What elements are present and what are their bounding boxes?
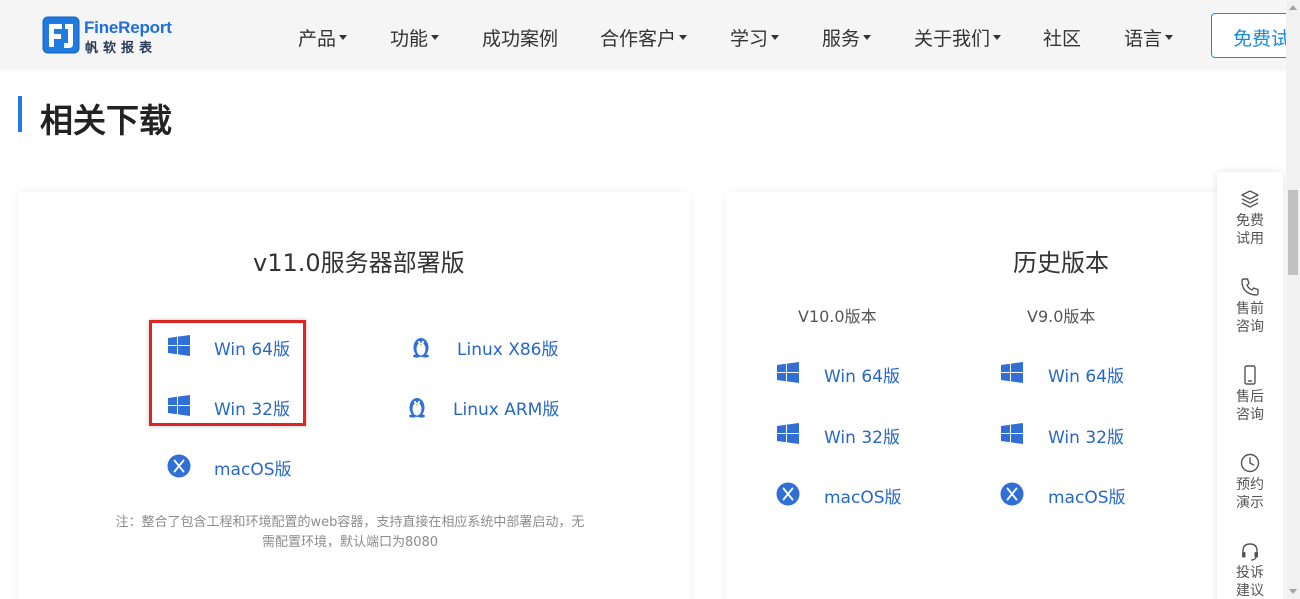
history-versions-card [726, 192, 1286, 599]
page-scrollbar[interactable] [1286, 0, 1300, 599]
windows-icon [777, 362, 799, 383]
sidebar-item-aftersales[interactable]: 售后咨询 [1217, 364, 1283, 424]
nav-item-about[interactable]: 关于我们 [914, 24, 1002, 51]
nav-label: 成功案例 [482, 28, 559, 50]
nav-label: 语言 [1124, 28, 1163, 50]
floating-contact-toolbar: 免费试用 售前咨询 售后咨询 预约演示 投诉建议 [1217, 172, 1283, 599]
nav-label: 学习 [730, 28, 769, 50]
phone-icon [1241, 278, 1259, 296]
finereport-logo[interactable]: FineReport 帆软报表 [42, 16, 182, 56]
macos-x-icon [776, 482, 800, 506]
linux-penguin-icon [413, 338, 429, 358]
mobile-icon [1244, 365, 1256, 385]
sidebar-item-label: 预约演示 [1236, 477, 1264, 511]
sidebar-item-book-demo[interactable]: 预约演示 [1217, 452, 1283, 512]
page-title: 相关下载 [40, 101, 172, 140]
nav-label: 合作客户 [600, 28, 677, 50]
chevron-down-icon [431, 35, 440, 40]
nav-item-customers[interactable]: 合作客户 [600, 24, 688, 51]
v9-macos-link[interactable]: macOS版 [1000, 478, 1130, 508]
download-linux-x86-link[interactable]: Linux X86版 [409, 330, 569, 360]
chevron-down-icon [771, 35, 780, 40]
download-label: macOS版 [824, 488, 902, 508]
v10-macos-link[interactable]: macOS版 [776, 478, 906, 508]
history-card-heading: 历史版本 [1013, 249, 1109, 277]
download-label: macOS版 [214, 460, 292, 480]
download-label: Linux ARM版 [453, 400, 560, 420]
download-label: Win 64版 [824, 367, 900, 387]
finereport-logo-icon [42, 16, 80, 54]
download-label: Win 32版 [824, 428, 900, 448]
nav-item-products[interactable]: 产品 [298, 24, 348, 51]
title-accent-bar [18, 96, 22, 132]
v10-column-title: V10.0版本 [798, 307, 877, 326]
sidebar-item-feedback[interactable]: 投诉建议 [1217, 540, 1283, 599]
nav-item-community[interactable]: 社区 [1043, 24, 1081, 51]
v10-win32-link[interactable]: Win 32版 [776, 418, 906, 448]
v9-win32-link[interactable]: Win 32版 [1000, 418, 1130, 448]
layers-icon [1241, 190, 1259, 208]
chevron-down-icon [863, 35, 872, 40]
chevron-down-icon [679, 35, 688, 40]
site-header: FineReport 帆软报表 产品 功能 成功案例 合作客户 学习 服务 关于… [0, 0, 1300, 70]
windows-icon [1001, 362, 1023, 383]
download-label: macOS版 [1048, 488, 1126, 508]
sidebar-item-label: 投诉建议 [1236, 565, 1264, 599]
download-label: Win 64版 [1048, 367, 1124, 387]
nav-item-language[interactable]: 语言 [1124, 24, 1174, 51]
logo-text-cn: 帆软报表 [85, 41, 158, 56]
sidebar-item-label: 售后咨询 [1236, 389, 1264, 423]
download-label: Win 32版 [1048, 428, 1124, 448]
nav-item-services[interactable]: 服务 [822, 24, 872, 51]
nav-label: 功能 [390, 28, 429, 50]
v9-win64-link[interactable]: Win 64版 [1000, 357, 1130, 387]
download-macos-link[interactable]: macOS版 [167, 450, 297, 480]
download-label: Linux X86版 [457, 340, 559, 360]
server-card-note: 注：整合了包含工程和环境配置的web容器，支持直接在相应系统中部署启动，无需配置… [115, 515, 585, 550]
server-card-heading: v11.0服务器部署版 [253, 249, 465, 277]
scroll-up-arrow-icon[interactable] [1289, 5, 1297, 10]
nav-label: 产品 [298, 28, 337, 50]
nav-label: 关于我们 [914, 28, 991, 50]
sidebar-item-label: 售前咨询 [1236, 301, 1264, 335]
highlight-annotation-box [149, 320, 306, 426]
scrollbar-thumb[interactable] [1288, 190, 1298, 275]
chevron-down-icon [993, 35, 1002, 40]
logo-text-en: FineReport [84, 18, 172, 37]
download-linux-arm-link[interactable]: Linux ARM版 [405, 390, 575, 420]
windows-icon [777, 423, 799, 444]
chevron-down-icon [1165, 35, 1174, 40]
chevron-down-icon [339, 35, 348, 40]
macos-x-icon [167, 454, 191, 478]
headset-icon [1242, 543, 1258, 561]
windows-icon [1001, 423, 1023, 444]
nav-label: 社区 [1043, 28, 1082, 50]
v10-win64-link[interactable]: Win 64版 [776, 357, 906, 387]
nav-item-cases[interactable]: 成功案例 [482, 24, 558, 51]
macos-x-icon [1000, 482, 1024, 506]
sidebar-item-presales[interactable]: 售前咨询 [1217, 276, 1283, 336]
nav-item-features[interactable]: 功能 [390, 24, 440, 51]
v9-column-title: V9.0版本 [1027, 307, 1096, 326]
clock-icon [1240, 453, 1260, 473]
sidebar-item-label: 免费试用 [1236, 213, 1264, 247]
nav-item-learning[interactable]: 学习 [730, 24, 780, 51]
scroll-down-arrow-icon[interactable] [1289, 589, 1297, 594]
linux-penguin-icon [409, 398, 425, 418]
nav-label: 服务 [822, 28, 861, 50]
sidebar-item-free-trial[interactable]: 免费试用 [1217, 188, 1283, 248]
